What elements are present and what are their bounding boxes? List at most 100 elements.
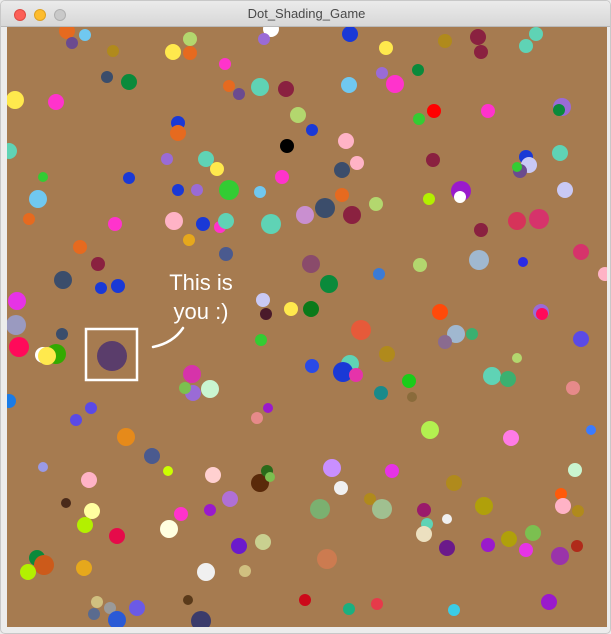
dot bbox=[555, 498, 571, 514]
dot bbox=[541, 594, 557, 610]
dot bbox=[174, 507, 188, 521]
dot bbox=[407, 392, 417, 402]
dot bbox=[7, 394, 16, 408]
dot bbox=[379, 41, 393, 55]
dot bbox=[183, 234, 195, 246]
dot bbox=[402, 374, 416, 388]
dot bbox=[239, 565, 251, 577]
dot bbox=[91, 257, 105, 271]
dot bbox=[500, 371, 516, 387]
dot bbox=[518, 257, 528, 267]
dot bbox=[20, 564, 36, 580]
dot bbox=[372, 499, 392, 519]
dot bbox=[255, 334, 267, 346]
dot bbox=[223, 80, 235, 92]
dot bbox=[255, 534, 271, 550]
dot bbox=[29, 190, 47, 208]
dot bbox=[222, 491, 238, 507]
dot bbox=[8, 292, 26, 310]
dot bbox=[284, 302, 298, 316]
dot bbox=[503, 430, 519, 446]
dot bbox=[191, 611, 211, 627]
dot bbox=[508, 212, 526, 230]
dot bbox=[231, 538, 247, 554]
dot bbox=[34, 555, 54, 575]
dot bbox=[439, 540, 455, 556]
dot bbox=[512, 353, 522, 363]
dot bbox=[427, 104, 441, 118]
dot bbox=[305, 359, 319, 373]
dot bbox=[557, 182, 573, 198]
dot bbox=[598, 267, 607, 281]
player-label-line2: you :) bbox=[173, 299, 229, 324]
dot bbox=[572, 505, 584, 517]
dot bbox=[470, 29, 486, 45]
dot bbox=[183, 46, 197, 60]
dot bbox=[571, 540, 583, 552]
dot bbox=[160, 520, 178, 538]
dot bbox=[342, 27, 358, 42]
dot bbox=[566, 381, 580, 395]
dot bbox=[23, 213, 35, 225]
dot bbox=[334, 162, 350, 178]
dot bbox=[218, 213, 234, 229]
dot bbox=[254, 186, 266, 198]
dots-layer bbox=[7, 27, 607, 627]
dot bbox=[386, 75, 404, 93]
dot bbox=[251, 412, 263, 424]
dot bbox=[413, 113, 425, 125]
game-window: Dot_Shading_Game This is you :) bbox=[0, 0, 611, 634]
player-dot[interactable] bbox=[97, 341, 127, 371]
dot bbox=[107, 45, 119, 57]
dot bbox=[183, 32, 197, 46]
dot bbox=[466, 328, 478, 340]
dot bbox=[219, 180, 239, 200]
dot bbox=[84, 503, 100, 519]
dot bbox=[109, 528, 125, 544]
dot bbox=[317, 549, 337, 569]
dot bbox=[448, 604, 460, 616]
dot bbox=[179, 382, 191, 394]
dot bbox=[334, 481, 348, 495]
dot bbox=[525, 525, 541, 541]
dot bbox=[165, 212, 183, 230]
dot bbox=[183, 365, 201, 383]
dot bbox=[343, 603, 355, 615]
player-group[interactable] bbox=[84, 327, 139, 382]
player-label: This is you :) bbox=[155, 268, 247, 326]
dot bbox=[275, 170, 289, 184]
dot bbox=[219, 58, 231, 70]
dot bbox=[7, 91, 24, 109]
dot bbox=[306, 124, 318, 136]
dot bbox=[299, 594, 311, 606]
dot bbox=[421, 421, 439, 439]
game-canvas[interactable]: This is you :) bbox=[7, 27, 607, 627]
title-bar[interactable]: Dot_Shading_Game bbox=[1, 1, 610, 27]
dot bbox=[265, 472, 275, 482]
dot bbox=[568, 463, 582, 477]
dot bbox=[296, 206, 314, 224]
dot bbox=[369, 197, 383, 211]
dot bbox=[66, 37, 78, 49]
dot bbox=[474, 223, 488, 237]
dot bbox=[38, 172, 48, 182]
dot bbox=[205, 467, 221, 483]
dot bbox=[417, 503, 431, 517]
dot bbox=[261, 214, 281, 234]
dot bbox=[91, 596, 103, 608]
dot bbox=[70, 414, 82, 426]
player-label-line1: This is bbox=[169, 270, 233, 295]
dot bbox=[438, 34, 452, 48]
dot bbox=[552, 145, 568, 161]
dot bbox=[426, 153, 440, 167]
dot bbox=[379, 346, 395, 362]
dot bbox=[117, 428, 135, 446]
dot bbox=[374, 386, 388, 400]
dot bbox=[121, 74, 137, 90]
dot bbox=[454, 191, 466, 203]
dot bbox=[442, 514, 452, 524]
dot bbox=[351, 320, 371, 340]
dot bbox=[551, 547, 569, 565]
dot bbox=[191, 184, 203, 196]
dot bbox=[438, 335, 452, 349]
